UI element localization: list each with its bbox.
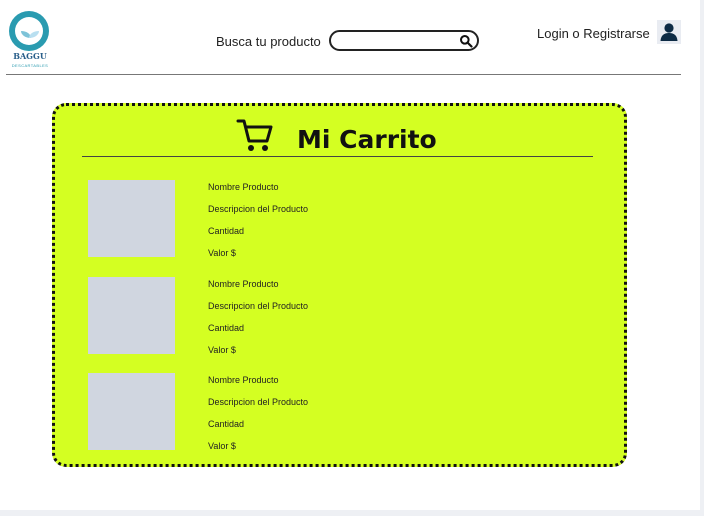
login-register-link[interactable]: Login o Registrarse [537, 26, 650, 41]
logo[interactable]: BAGGU DESCARTABLES [6, 10, 54, 72]
cart-title: Mi Carrito [297, 125, 437, 154]
product-quantity: Cantidad [208, 323, 245, 333]
cart-item: Nombre Producto Descripcion del Producto… [88, 180, 528, 260]
product-name: Nombre Producto [208, 279, 279, 289]
product-description: Descripcion del Producto [208, 397, 309, 407]
search-icon[interactable] [459, 34, 473, 48]
cart-icon [236, 119, 273, 151]
product-name: Nombre Producto [208, 182, 279, 192]
product-price: Valor $ [208, 345, 236, 355]
product-quantity: Cantidad [208, 226, 245, 236]
product-image[interactable] [88, 373, 175, 450]
cart-item: Nombre Producto Descripcion del Producto… [88, 373, 528, 453]
search-box[interactable] [329, 30, 479, 51]
product-description: Descripcion del Producto [208, 204, 309, 214]
product-name: Nombre Producto [208, 375, 279, 385]
product-quantity: Cantidad [208, 419, 245, 429]
product-description: Descripcion del Producto [208, 301, 309, 311]
product-image[interactable] [88, 277, 175, 354]
logo-tagline: DESCARTABLES [11, 63, 49, 68]
header-divider [6, 74, 681, 75]
window-edge [700, 0, 704, 516]
window-edge [0, 510, 704, 516]
page: BAGGU DESCARTABLES Busca tu producto Log… [0, 0, 700, 510]
logo-mark [9, 11, 49, 51]
search-label: Busca tu producto [216, 34, 321, 49]
user-icon[interactable] [657, 20, 681, 44]
product-image[interactable] [88, 180, 175, 257]
product-price: Valor $ [208, 441, 236, 451]
cart-item: Nombre Producto Descripcion del Producto… [88, 277, 528, 357]
product-price: Valor $ [208, 248, 236, 258]
cart-divider [82, 156, 593, 157]
search-input[interactable] [339, 34, 457, 48]
cart-panel: Mi Carrito Nombre Producto Descripcion d… [52, 103, 627, 467]
logo-brand: BAGGU [13, 51, 47, 61]
